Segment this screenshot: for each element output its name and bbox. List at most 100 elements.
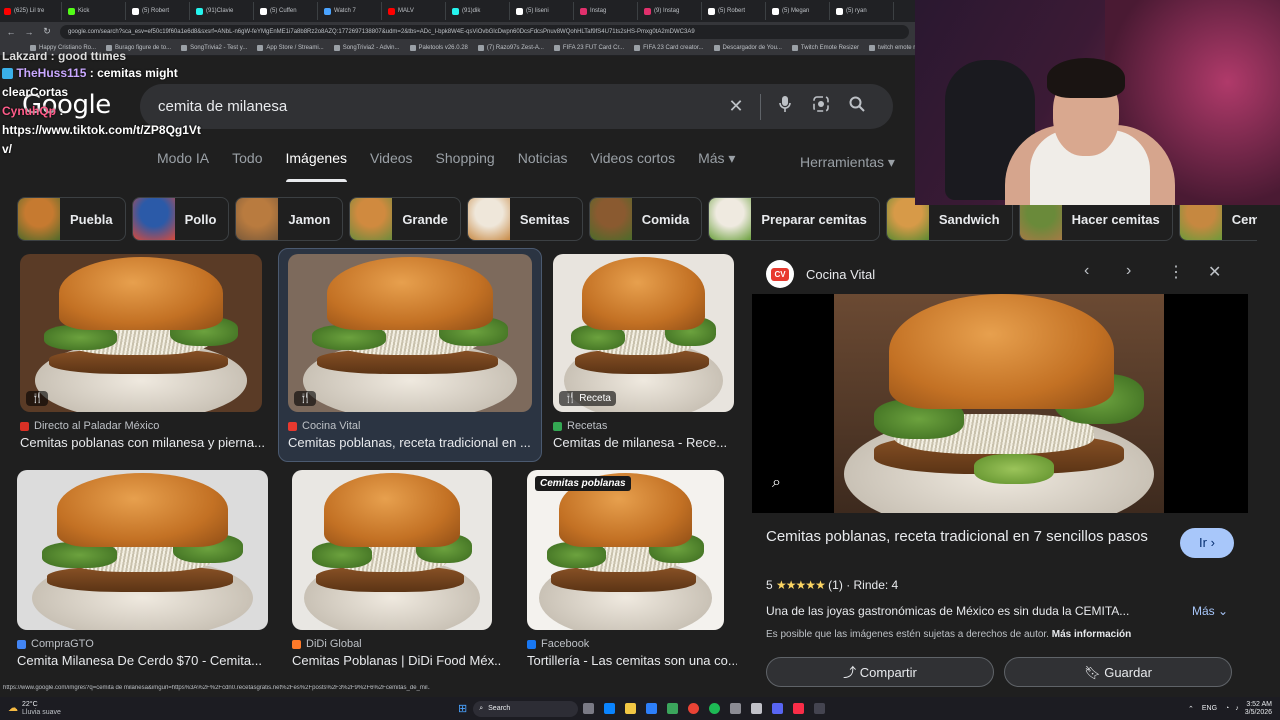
forward-icon[interactable]: →	[24, 27, 34, 37]
more-options-icon[interactable]: ⋮	[1168, 262, 1184, 282]
search-box[interactable]: cemita de milanesa ✕	[140, 84, 893, 129]
next-icon[interactable]: ›	[1126, 262, 1131, 280]
result-source[interactable]: CompraGTO	[17, 638, 94, 650]
lens-search-icon[interactable]: ⌕	[772, 474, 781, 492]
search-tab[interactable]: Shopping	[436, 150, 495, 182]
panel-title[interactable]: Cemitas poblanas, receta tradicional en …	[766, 526, 1166, 547]
result-title[interactable]: Cemitas poblanas, receta tradicional en …	[288, 435, 533, 450]
browser-tab[interactable]: (91)dik	[448, 2, 510, 20]
bookmark-item[interactable]: Descargador de You...	[713, 45, 782, 51]
search-tab[interactable]: Videos cortos	[591, 150, 676, 182]
more-info-link[interactable]: Más información	[1052, 629, 1131, 640]
more-button[interactable]: Más ⌄	[1192, 604, 1228, 618]
bookmark-item[interactable]: Burago figure de to...	[106, 45, 171, 51]
bookmark-item[interactable]: Happy Cristiano Ro...	[30, 45, 96, 51]
result-thumbnail[interactable]: Cemitas poblanas	[527, 470, 724, 630]
search-tab[interactable]: Más ▾	[698, 150, 735, 182]
panel-header[interactable]: CV Cocina Vital	[766, 260, 875, 288]
panel-preview-image[interactable]: ⌕	[752, 294, 1248, 513]
task-view-icon[interactable]	[583, 703, 595, 714]
tray-overflow-icon[interactable]: ⌃	[1188, 705, 1194, 713]
browser-tab[interactable]: (9) Instag	[640, 2, 702, 20]
search-tab[interactable]: Videos	[370, 150, 413, 182]
result-title[interactable]: Cemitas Poblanas | DiDi Food Méx...	[292, 653, 502, 668]
browser-tab[interactable]: (91)Clavie	[192, 2, 254, 20]
result-source[interactable]: Facebook	[527, 638, 589, 650]
bookmark-item[interactable]: SongTrivia2 - Test y...	[181, 45, 247, 51]
browser-tab[interactable]: Kick	[64, 2, 126, 20]
language-indicator[interactable]: ENG	[1202, 705, 1217, 712]
search-icon[interactable]	[839, 95, 875, 118]
bookmark-item[interactable]: Paletools v26.0.28	[409, 45, 468, 51]
browser-tab[interactable]: MALV	[384, 2, 446, 20]
clock[interactable]: 3:52 AM 3/5/2026	[1245, 701, 1272, 717]
browser-tab[interactable]: Instag	[576, 2, 638, 20]
browser-tab[interactable]: (5) Cuffen	[256, 2, 318, 20]
reload-icon[interactable]: ↻	[42, 26, 52, 37]
search-tab[interactable]: Imágenes	[285, 150, 348, 182]
result-thumbnail[interactable]: 🍴	[20, 254, 262, 412]
taskbar-search[interactable]: ⌕ Search	[473, 700, 579, 717]
result-source[interactable]: Cocina Vital	[288, 420, 361, 432]
mail-icon[interactable]	[646, 703, 658, 714]
start-icon[interactable]: ⊞	[458, 702, 467, 715]
close-icon[interactable]: ✕	[1208, 262, 1221, 282]
store-icon[interactable]	[667, 703, 679, 714]
browser-tab[interactable]: (5) Robert	[128, 2, 190, 20]
spotify-icon[interactable]	[709, 703, 721, 714]
related-chip[interactable]: Preparar cemitas	[708, 197, 880, 241]
lens-icon[interactable]	[803, 95, 839, 118]
related-chip[interactable]: Comida	[588, 197, 703, 241]
share-button[interactable]: ⤴ Compartir	[766, 657, 994, 687]
search-tab[interactable]: Noticias	[518, 150, 568, 182]
music-icon[interactable]	[793, 703, 805, 714]
weather-widget[interactable]: ☁ 22°C Lluvia suave	[0, 701, 120, 717]
result-thumbnail[interactable]: 🍴 Receta	[553, 254, 734, 412]
browser-tab[interactable]: (5) Megan	[768, 2, 830, 20]
result-thumbnail[interactable]: 🍴	[288, 254, 532, 412]
result-title[interactable]: Cemita Milanesa De Cerdo $70 - Cemita...	[17, 653, 262, 668]
related-chip[interactable]: Puebla	[17, 197, 126, 241]
bookmark-item[interactable]: FIFA 23 FUT Card Cr...	[553, 45, 624, 51]
clear-icon[interactable]: ✕	[718, 96, 754, 117]
result-source[interactable]: Directo al Paladar México	[20, 420, 159, 432]
bookmark-item[interactable]: App Store / Streami...	[257, 45, 324, 51]
bookmark-item[interactable]: FIFA 23 Card creator...	[634, 45, 704, 51]
wifi-icon[interactable]: ◔	[1225, 705, 1229, 712]
bookmark-item[interactable]: Twitch Emote Resizer	[791, 45, 859, 51]
result-source[interactable]: DiDi Global	[292, 638, 362, 650]
panel-site-name[interactable]: Cocina Vital	[806, 267, 875, 282]
browser-tab[interactable]: (5) Robert	[704, 2, 766, 20]
result-thumbnail[interactable]	[292, 470, 492, 630]
result-title[interactable]: Tortillería - Las cemitas son una co...	[527, 653, 737, 668]
save-button[interactable]: 🔖︎ Guardar	[1004, 657, 1232, 687]
related-chip[interactable]: Jamon	[235, 197, 344, 241]
related-chip[interactable]: Pollo	[131, 197, 230, 241]
search-input[interactable]: cemita de milanesa	[158, 98, 718, 115]
app-icon[interactable]	[814, 703, 826, 714]
related-chip[interactable]: Grande	[349, 197, 461, 241]
browser-tab[interactable]: Watch 7	[320, 2, 382, 20]
result-title[interactable]: Cemitas poblanas con milanesa y pierna..…	[20, 435, 265, 450]
bookmark-item[interactable]: twitch emote re...	[868, 45, 915, 51]
app-icon[interactable]	[730, 703, 742, 714]
result-thumbnail[interactable]	[17, 470, 268, 630]
browser-tab[interactable]: (5) liseni	[512, 2, 574, 20]
result-source[interactable]: Recetas	[553, 420, 607, 432]
tools-button[interactable]: Herramientas ▾	[800, 154, 895, 171]
url-field[interactable]: google.com/search?sca_esv=ef50c19f60a1e6…	[60, 24, 909, 39]
browser-tab[interactable]: (625) Lil tre	[0, 2, 62, 20]
chrome-icon[interactable]	[688, 703, 700, 714]
discord-icon[interactable]	[772, 703, 784, 714]
edge-icon[interactable]	[604, 703, 616, 714]
previous-icon[interactable]: ‹	[1084, 262, 1089, 280]
back-icon[interactable]: ←	[6, 27, 16, 37]
volume-icon[interactable]: ♪	[1235, 705, 1239, 712]
file-explorer-icon[interactable]	[625, 703, 637, 714]
app-icon[interactable]	[751, 703, 763, 714]
visit-button[interactable]: Ir ›	[1180, 528, 1234, 558]
bookmark-item[interactable]: (7) Razo97s Zest-A...	[477, 45, 544, 51]
result-title[interactable]: Cemitas de milanesa - Rece...	[553, 435, 733, 450]
search-tab[interactable]: Todo	[232, 150, 262, 182]
browser-tab[interactable]: (5) ryan	[832, 2, 894, 20]
